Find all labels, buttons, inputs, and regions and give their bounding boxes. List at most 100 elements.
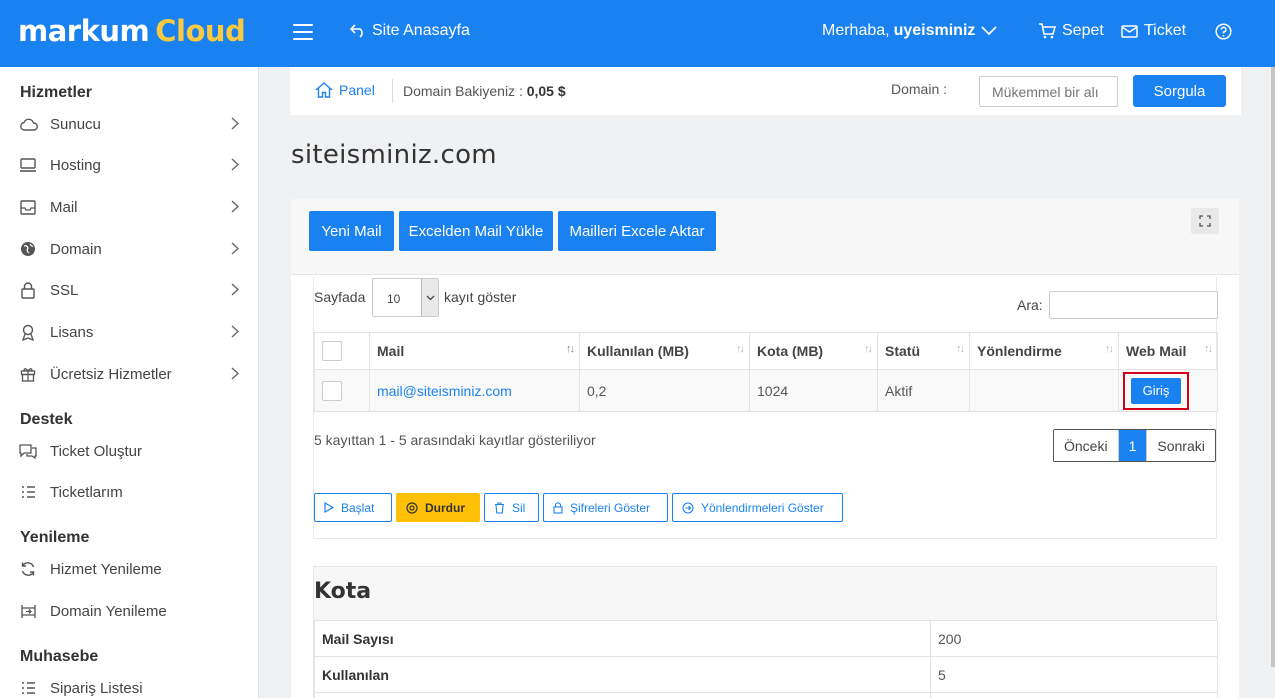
page-size-prefix: Sayfada	[314, 289, 366, 305]
chevron-down-icon	[421, 279, 438, 316]
sidebar-item-domain[interactable]: Domain	[18, 237, 243, 261]
page-size-select[interactable]: 10	[372, 278, 439, 317]
help-icon	[1215, 23, 1232, 40]
sort-icon: ↑↓	[1105, 343, 1114, 355]
site-home-link[interactable]: Site Anasayfa	[350, 22, 470, 40]
fullscreen-button[interactable]	[1191, 208, 1219, 234]
stop-button[interactable]: Durdur	[396, 493, 480, 522]
mail-table: Mail ↑↓ Kullanılan (MB) ↑↓ Kota (MB) ↑↓ Sta…	[314, 332, 1218, 412]
import-excel-button[interactable]: Excelden Mail Yükle	[399, 211, 553, 251]
table-info: 5 kayıttan 1 - 5 arasındaki kayıtlar gös…	[314, 432, 596, 448]
sidebar-section-title: Hizmetler	[20, 84, 93, 101]
mail-cell: mail@siteisminiz.com	[369, 369, 580, 412]
chevron-right-icon	[231, 283, 239, 296]
column-used[interactable]: Kullanılan (MB) ↑↓	[579, 332, 750, 370]
column-webmail[interactable]: Web Mail ↑↓	[1118, 332, 1218, 370]
arrow-circle-right-icon	[682, 501, 694, 514]
sidebar-item-ticketlarim[interactable]: Ticketlarım	[18, 480, 243, 504]
show-redirects-button[interactable]: Yönlendirmeleri Göster	[672, 493, 843, 522]
user-menu[interactable]: Merhaba, uyeisminiz	[822, 22, 998, 40]
sidebar-item-domain-yenileme[interactable]: Domain Yenileme	[18, 599, 243, 623]
help-button[interactable]	[1215, 23, 1238, 40]
select-all-checkbox[interactable]	[322, 341, 342, 361]
export-excel-button[interactable]: Mailleri Excele Aktar	[558, 211, 716, 251]
sidebar-item-hosting[interactable]: Hosting	[18, 153, 243, 177]
column-mail[interactable]: Mail ↑↓	[369, 332, 580, 370]
pagination-page[interactable]: 1	[1118, 430, 1147, 461]
mail-address-link[interactable]: mail@siteisminiz.com	[377, 383, 512, 399]
chevron-right-icon	[231, 325, 239, 338]
table-search-input[interactable]	[1049, 291, 1218, 319]
quota-value: 5	[930, 656, 1218, 693]
sidebar-section-title: Yenileme	[20, 529, 90, 546]
quota-value: 200	[930, 620, 1218, 657]
webmail-cell: Giriş	[1118, 369, 1218, 412]
pagination: Önceki 1 Sonraki	[1053, 429, 1216, 462]
mail-card: Yeni Mail Excelden Mail Yükle Mailleri E…	[291, 199, 1239, 698]
webmail-login-button[interactable]: Giriş	[1131, 377, 1181, 404]
logo[interactable]: markum Cloud	[18, 14, 246, 48]
sidebar: Hizmetler Sunucu Hosting Mail Domain SSL…	[0, 67, 259, 698]
domain-renew-icon	[18, 601, 38, 621]
table-row: Mail Sayısı 200	[314, 620, 1218, 657]
sub-header: Panel Domain Bakiyeniz : 0,05 $ Domain :…	[290, 67, 1241, 115]
quota-label	[314, 692, 931, 698]
quota-title: Kota	[314, 579, 372, 604]
pagination-prev[interactable]: Önceki	[1054, 430, 1119, 461]
home-icon	[315, 82, 333, 98]
sort-icon: ↑↓	[736, 343, 745, 355]
sort-icon: ↑↓	[566, 343, 575, 355]
chat-icon	[18, 441, 38, 461]
quota-value	[930, 692, 1218, 698]
sidebar-item-mail[interactable]: Mail	[18, 195, 243, 219]
column-quota[interactable]: Kota (MB) ↑↓	[749, 332, 878, 370]
ticket-link[interactable]: Ticket	[1121, 22, 1186, 40]
mail-table-panel: Sayfada 10 kayıt göster Ara: Mail ↑↓ Kull…	[313, 277, 1218, 539]
domain-search-input[interactable]	[979, 76, 1118, 107]
order-list-icon	[18, 678, 38, 698]
sidebar-item-ssl[interactable]: SSL	[18, 278, 243, 302]
used-cell: 0,2	[579, 369, 750, 412]
pagination-next[interactable]: Sonraki	[1146, 430, 1215, 461]
column-status[interactable]: Statü ↑↓	[877, 332, 970, 370]
sidebar-item-ucretsiz-hizmetler[interactable]: Ücretsiz Hizmetler	[18, 362, 243, 386]
table-row: mail@siteisminiz.com 0,2 1024 Aktif Giri…	[314, 369, 1218, 412]
sidebar-item-hizmet-yenileme[interactable]: Hizmet Yenileme	[18, 557, 243, 581]
domain-balance: Domain Bakiyeniz : 0,05 $	[403, 83, 566, 99]
start-button[interactable]: Başlat	[314, 493, 392, 522]
delete-button[interactable]: Sil	[484, 493, 539, 522]
sort-icon: ↑↓	[956, 343, 965, 355]
sidebar-item-sunucu[interactable]: Sunucu	[18, 112, 243, 136]
domain-search-label: Domain :	[891, 81, 948, 97]
chevron-down-icon	[981, 26, 998, 36]
highlight-box: Giriş	[1123, 371, 1189, 410]
row-checkbox[interactable]	[322, 380, 342, 401]
page-scrollbar[interactable]	[1271, 67, 1275, 667]
show-passwords-button[interactable]: Şifreleri Göster	[543, 493, 668, 522]
play-icon	[324, 502, 334, 513]
panel-breadcrumb-link[interactable]: Panel	[315, 82, 375, 98]
sidebar-item-ticket-olustur[interactable]: Ticket Oluştur	[18, 439, 243, 463]
domain-query-button[interactable]: Sorgula	[1133, 75, 1226, 107]
new-mail-button[interactable]: Yeni Mail	[309, 211, 394, 251]
select-all-cell	[314, 332, 370, 370]
sidebar-item-lisans[interactable]: Lisans	[18, 320, 243, 344]
cart-link[interactable]: Sepet	[1038, 22, 1104, 40]
gift-icon	[18, 364, 38, 384]
divider	[392, 79, 393, 103]
quota-table: Mail Sayısı 200 Kullanılan 5	[314, 620, 1218, 698]
back-arrow-icon	[350, 24, 363, 38]
hosting-icon	[18, 155, 38, 175]
globe-icon	[18, 239, 38, 259]
table-search-label: Ara:	[1017, 297, 1043, 313]
column-redirect[interactable]: Yönlendirme ↑↓	[969, 332, 1119, 370]
quota-label: Kullanılan	[314, 656, 931, 693]
expand-icon	[1199, 215, 1211, 227]
quota-cell: 1024	[749, 369, 878, 412]
menu-toggle-icon[interactable]	[293, 24, 313, 40]
license-icon	[18, 322, 38, 342]
redirect-cell	[969, 369, 1119, 412]
chevron-right-icon	[231, 158, 239, 171]
chevron-right-icon	[231, 200, 239, 213]
sidebar-item-siparis-listesi[interactable]: Sipariş Listesi	[18, 676, 243, 698]
